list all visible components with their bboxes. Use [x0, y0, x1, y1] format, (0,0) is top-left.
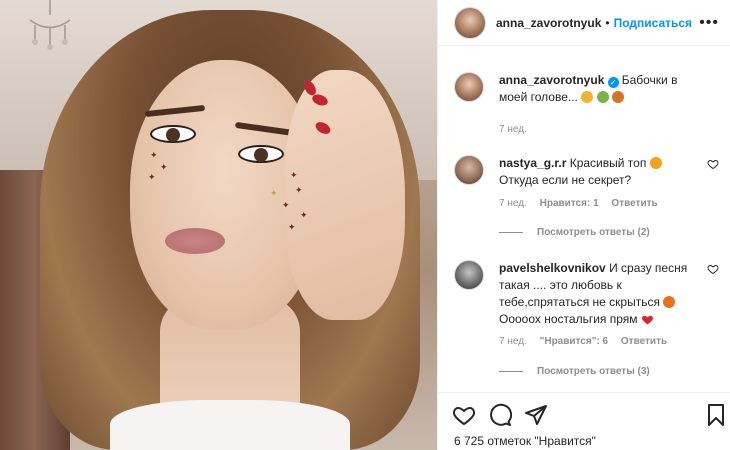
lips: [165, 228, 225, 254]
commenter-username[interactable]: nastya_g.r.r: [499, 156, 566, 170]
save-bookmark-icon[interactable]: [704, 403, 728, 427]
comment-text-block: nastya_g.r.r Красивый топ Откуда если не…: [499, 155, 699, 189]
butterfly-sticker: ✦: [295, 185, 303, 195]
commenter-avatar[interactable]: [454, 260, 484, 290]
caption-meta: 7 нед.: [499, 124, 537, 135]
comment-item: pavelshelkovnikov И сразу песня такая ..…: [454, 260, 719, 390]
commenter-avatar[interactable]: [454, 155, 484, 185]
like-comment-heart-icon[interactable]: [707, 158, 719, 170]
butterfly-sticker: ✦: [282, 200, 290, 210]
comment-meta: 7 нед. "Нравится": 6 Ответить: [499, 336, 677, 347]
like-comment-heart-icon[interactable]: [707, 263, 719, 275]
verified-badge-icon: ✓: [607, 77, 619, 88]
comment-likes[interactable]: Нравится: 1: [540, 198, 599, 209]
view-replies-label: Посмотреть ответы (3): [537, 366, 650, 377]
commenter-username[interactable]: pavelshelkovnikov: [499, 261, 606, 275]
view-replies-button[interactable]: Посмотреть ответы (2): [499, 227, 650, 238]
butterfly-sticker: ✦: [288, 222, 296, 232]
butterfly-sticker: ✦: [290, 170, 298, 180]
chandelier-decoration: [29, 0, 71, 50]
hand: [285, 70, 405, 320]
likes-count[interactable]: 6 725 отметок "Нравится": [454, 434, 596, 448]
replies-divider-line: [499, 232, 523, 233]
heart-eyes-emoji-icon: [649, 157, 662, 169]
reply-button[interactable]: Ответить: [621, 336, 667, 347]
post-header: anna_zavorotnyuk • Подписаться •••: [438, 0, 730, 46]
comment-text: И сразу песня: [609, 261, 688, 275]
caption-text-block: anna_zavorotnyuk ✓ Бабочки в моей голове.…: [499, 72, 699, 106]
comment-text: тебе,спрятаться не скрыться: [499, 295, 660, 309]
butterfly-emoji-icon: [596, 91, 609, 103]
comment-text-block: pavelshelkovnikov И сразу песня такая ..…: [499, 260, 699, 328]
separator-dot: •: [605, 15, 610, 30]
follow-button[interactable]: Подписаться: [614, 16, 692, 30]
post-actions-bar: [438, 392, 730, 428]
butterfly-emoji-icon: [611, 91, 624, 103]
post-photo[interactable]: ✦ ✦ ✦ ✦ ✦ ✦ ✦ ✦ ✦: [0, 0, 437, 450]
share-paper-plane-icon[interactable]: [524, 403, 548, 427]
caption-time[interactable]: 7 нед.: [499, 124, 527, 135]
comments-list[interactable]: anna_zavorotnyuk ✓ Бабочки в моей голове.…: [438, 60, 730, 390]
butterfly-sticker: ✦: [160, 162, 168, 172]
butterfly-sticker: ✦: [270, 188, 278, 198]
comment-time[interactable]: 7 нед.: [499, 336, 527, 347]
comment-text: такая .... это любовь к: [499, 278, 622, 292]
red-heart-emoji-icon: [641, 315, 653, 325]
comment-time[interactable]: 7 нед.: [499, 198, 527, 209]
comment-item: nastya_g.r.r Красивый топ Откуда если не…: [454, 155, 719, 245]
caption-item: anna_zavorotnyuk ✓ Бабочки в моей голове.…: [454, 72, 719, 135]
comment-text: Ооооох ностальгия прям: [499, 312, 638, 326]
author-username[interactable]: anna_zavorotnyuk: [496, 16, 601, 30]
view-replies-label: Посмотреть ответы (2): [537, 227, 650, 238]
caption-username[interactable]: anna_zavorotnyuk: [499, 73, 604, 87]
comment-meta: 7 нед. Нравится: 1 Ответить: [499, 198, 668, 209]
author-avatar[interactable]: [454, 6, 486, 39]
comment-likes[interactable]: "Нравится": 6: [540, 336, 609, 347]
butterfly-sticker: ✦: [148, 172, 156, 182]
post-side-panel: anna_zavorotnyuk • Подписаться ••• anna_…: [437, 0, 730, 450]
right-eye: [238, 145, 284, 163]
butterfly-sticker: ✦: [300, 210, 308, 220]
white-top: [110, 400, 350, 450]
reply-button[interactable]: Ответить: [611, 198, 657, 209]
caption-avatar[interactable]: [454, 72, 484, 102]
left-eye: [150, 125, 196, 143]
comment-text: Красивый топ: [569, 156, 647, 170]
replies-divider-line: [499, 371, 523, 372]
like-heart-icon[interactable]: [452, 403, 476, 427]
fox-emoji-icon: [663, 296, 676, 308]
butterfly-sticker: ✦: [150, 150, 158, 160]
view-replies-button[interactable]: Посмотреть ответы (3): [499, 366, 650, 377]
comment-text: Откуда если не секрет?: [499, 173, 632, 187]
more-horizontal-icon[interactable]: •••: [699, 14, 719, 32]
person-emoji-icon: [581, 91, 594, 103]
comment-bubble-icon[interactable]: [488, 403, 512, 427]
